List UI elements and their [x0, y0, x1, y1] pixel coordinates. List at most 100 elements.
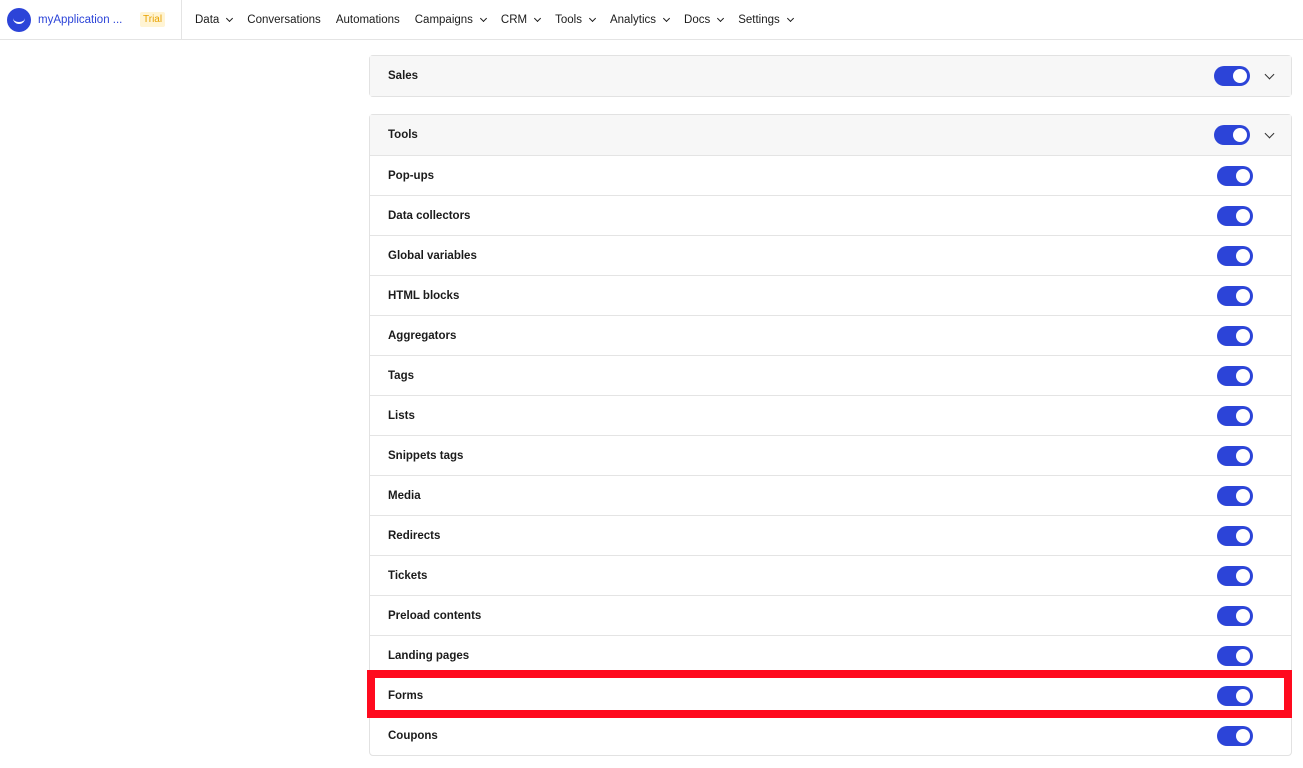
tools-list: Pop-ups Data collectors Global variables HT… [370, 155, 1291, 755]
toggle-knob [1236, 488, 1250, 503]
tags-toggle[interactable] [1217, 365, 1253, 386]
toggle-knob [1236, 568, 1250, 583]
nav-item-label: Tools [555, 13, 582, 26]
sales-section-header[interactable]: Sales [370, 56, 1291, 96]
nav-item-label: Docs [684, 13, 711, 26]
nav-item-label: Automations [335, 13, 400, 26]
chevron-down-icon [786, 14, 794, 22]
nav-item-campaigns[interactable]: Campaigns [414, 13, 487, 26]
nav-item-settings[interactable]: Settings [738, 13, 794, 26]
chevron-down-icon [662, 14, 671, 22]
media-toggle[interactable] [1217, 485, 1253, 506]
chevron-down-icon [588, 14, 597, 22]
top-navigation-bar: myApplication ... Trial Data Conversation… [0, 0, 1303, 40]
tool-row-coupons: Coupons [370, 715, 1291, 755]
toggle-knob [1233, 128, 1247, 142]
nav-item-data[interactable]: Data [195, 14, 234, 26]
tool-row-label: Preload contents [388, 609, 482, 622]
toggle-knob [1236, 168, 1250, 183]
tool-row-lists: Lists [370, 395, 1291, 435]
landing-pages-toggle[interactable] [1217, 645, 1253, 666]
chevron-down-icon [479, 14, 487, 22]
tickets-toggle[interactable] [1217, 565, 1253, 586]
sales-section-title: Sales [388, 70, 419, 82]
toggle-knob [1236, 248, 1250, 263]
nav-item-label: Conversations [247, 13, 321, 26]
nav-item-docs[interactable]: Docs [684, 13, 725, 26]
nav-item-tools[interactable]: Tools [555, 13, 597, 26]
sales-section: Sales [369, 55, 1292, 97]
tool-row-landing-pages: Landing pages [370, 635, 1291, 675]
tool-row-media: Media [370, 475, 1291, 515]
tool-row-data-collectors: Data collectors [370, 195, 1291, 235]
tool-row-redirects: Redirects [370, 515, 1291, 555]
tool-row-aggregators: Aggregators [370, 315, 1291, 355]
brand-switcher[interactable]: myApplication ... Trial [0, 0, 182, 40]
chevron-down-icon[interactable] [1264, 69, 1275, 79]
tools-section-title: Tools [388, 129, 418, 141]
toggle-knob [1236, 208, 1250, 223]
trial-badge: Trial [140, 12, 166, 27]
tool-row-tags: Tags [370, 355, 1291, 395]
toggle-knob [1236, 688, 1250, 703]
tool-row-label: Global variables [388, 249, 477, 262]
toggle-knob [1236, 328, 1250, 343]
toggle-knob [1236, 528, 1250, 543]
tool-row-label: HTML blocks [388, 289, 460, 302]
nav-item-conversations[interactable]: Conversations [247, 14, 321, 26]
tool-row-label: Pop-ups [388, 169, 434, 182]
toggle-knob [1236, 728, 1250, 743]
snippets-tags-toggle[interactable] [1217, 445, 1253, 466]
nav-item-label: Analytics [609, 13, 657, 26]
forms-toggle[interactable] [1217, 685, 1253, 706]
chevron-down-icon[interactable] [1264, 128, 1275, 138]
app-name: myApplication ... [38, 13, 123, 26]
toggle-knob [1236, 448, 1250, 463]
chevron-down-icon [226, 14, 234, 22]
tool-row-label: Redirects [388, 529, 441, 542]
tool-row-global-variables: Global variables [370, 235, 1291, 275]
tool-row-snippets-tags: Snippets tags [370, 435, 1291, 475]
html-blocks-toggle[interactable] [1217, 285, 1253, 306]
nav-item-automations[interactable]: Automations [336, 14, 400, 26]
nav-item-crm[interactable]: CRM [500, 13, 542, 26]
tool-row-tickets: Tickets [370, 555, 1291, 595]
tools-section-toggle[interactable] [1214, 125, 1250, 145]
tool-row-label: Data collectors [388, 209, 471, 222]
tool-row-html-blocks: HTML blocks [370, 275, 1291, 315]
preload-contents-toggle[interactable] [1217, 605, 1253, 626]
main-menu: Data Conversations Automations Campaigns CRM… [195, 14, 808, 26]
lists-toggle[interactable] [1217, 405, 1253, 426]
sales-section-toggle[interactable] [1214, 66, 1250, 86]
tool-row-label: Snippets tags [388, 449, 464, 462]
pop-ups-toggle[interactable] [1217, 165, 1253, 186]
tool-row-label: Media [388, 489, 421, 502]
toggle-knob [1236, 368, 1250, 383]
global-variables-toggle[interactable] [1217, 245, 1253, 266]
nav-item-label: Campaigns [414, 13, 473, 26]
toggle-knob [1236, 608, 1250, 623]
aggregators-toggle[interactable] [1217, 325, 1253, 346]
tool-row-label: Tags [388, 369, 414, 382]
redirects-toggle[interactable] [1217, 525, 1253, 546]
nav-item-label: Settings [738, 13, 780, 26]
tool-row-pop-ups: Pop-ups [370, 155, 1291, 195]
toggle-knob [1236, 648, 1250, 663]
tool-row-forms: Forms [370, 675, 1291, 715]
tool-row-label: Landing pages [388, 649, 470, 662]
tool-row-label: Forms [388, 689, 424, 702]
tools-section: Tools Pop-ups Data collectors Global varia… [369, 114, 1292, 756]
tool-row-label: Coupons [388, 729, 438, 742]
tool-row-preload-contents: Preload contents [370, 595, 1291, 635]
tool-row-label: Aggregators [388, 329, 457, 342]
coupons-toggle[interactable] [1217, 725, 1253, 746]
app-logo-icon [7, 7, 31, 32]
nav-item-analytics[interactable]: Analytics [609, 13, 671, 26]
tools-section-header[interactable]: Tools [370, 115, 1291, 155]
data-collectors-toggle[interactable] [1217, 205, 1253, 226]
toggle-knob [1236, 408, 1250, 423]
nav-item-label: CRM [500, 13, 528, 26]
tool-row-label: Lists [388, 409, 415, 422]
chevron-down-icon [717, 14, 725, 22]
tool-row-label: Tickets [388, 569, 428, 582]
